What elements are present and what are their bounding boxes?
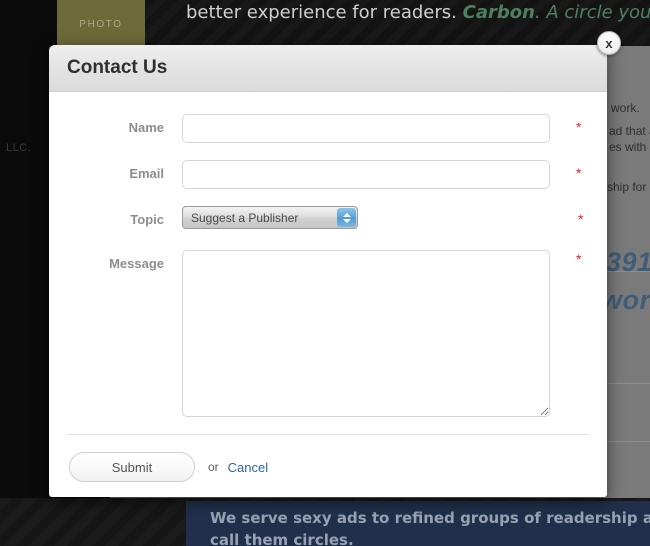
background-stat-word: work	[601, 285, 650, 315]
background-stat-number: 391	[606, 247, 650, 277]
banner-line-2: call them circles.	[210, 531, 354, 546]
form-row-topic: Topic Suggest a Publisher *	[49, 206, 607, 233]
background-fragment: ship for p	[607, 180, 650, 194]
dialog-title: Contact Us	[67, 57, 168, 78]
contact-us-dialog: x Contact Us Name * Email * Topic Sugges…	[49, 31, 621, 497]
message-textarea[interactable]	[182, 250, 550, 417]
required-marker: *	[576, 165, 582, 181]
headline-tail: . A circle you want to be	[534, 2, 650, 23]
form-row-name: Name *	[49, 114, 607, 143]
form-row-email: Email *	[49, 160, 607, 189]
cancel-link[interactable]: Cancel	[228, 460, 268, 475]
email-input[interactable]	[182, 160, 550, 189]
banner-line-1: We serve sexy ads to refined groups of r…	[210, 509, 650, 527]
photo-tile-label: PHOTO	[79, 19, 123, 30]
required-marker: *	[576, 251, 582, 267]
form-row-message: Message *	[49, 250, 607, 417]
required-marker: *	[578, 211, 584, 227]
submit-button[interactable]: Submit	[69, 452, 195, 482]
dialog-actions: Submit or Cancel	[49, 435, 607, 482]
headline-brand: Carbon	[462, 2, 535, 23]
topic-select[interactable]: Suggest a Publisher	[182, 206, 358, 229]
email-label: Email	[129, 166, 164, 181]
message-label: Message	[109, 256, 164, 271]
background-llc-text: LLC.	[6, 142, 32, 154]
name-label: Name	[128, 120, 164, 135]
background-blue-banner: We serve sexy ads to refined groups of r…	[186, 501, 650, 546]
topic-select-wrapper: Suggest a Publisher	[182, 206, 358, 229]
background-fragment: es with	[609, 140, 647, 154]
topic-label: Topic	[130, 212, 164, 227]
headline-lead: better experience for readers.	[186, 2, 463, 23]
background-fragment: ad that a	[609, 124, 650, 138]
background-fragment: work.	[611, 101, 640, 115]
dialog-header: Contact Us	[49, 45, 607, 92]
or-label: or	[208, 460, 219, 474]
screen: LLC. PHOTO better experience for readers…	[0, 0, 650, 546]
required-marker: *	[576, 119, 582, 135]
dialog-body: Name * Email * Topic Suggest a Publisher	[49, 92, 607, 482]
close-icon[interactable]: x	[597, 31, 621, 55]
background-photo-tile: PHOTO	[57, 0, 145, 46]
name-input[interactable]	[182, 114, 550, 143]
background-headline: better experience for readers. Carbon. A…	[186, 2, 650, 23]
